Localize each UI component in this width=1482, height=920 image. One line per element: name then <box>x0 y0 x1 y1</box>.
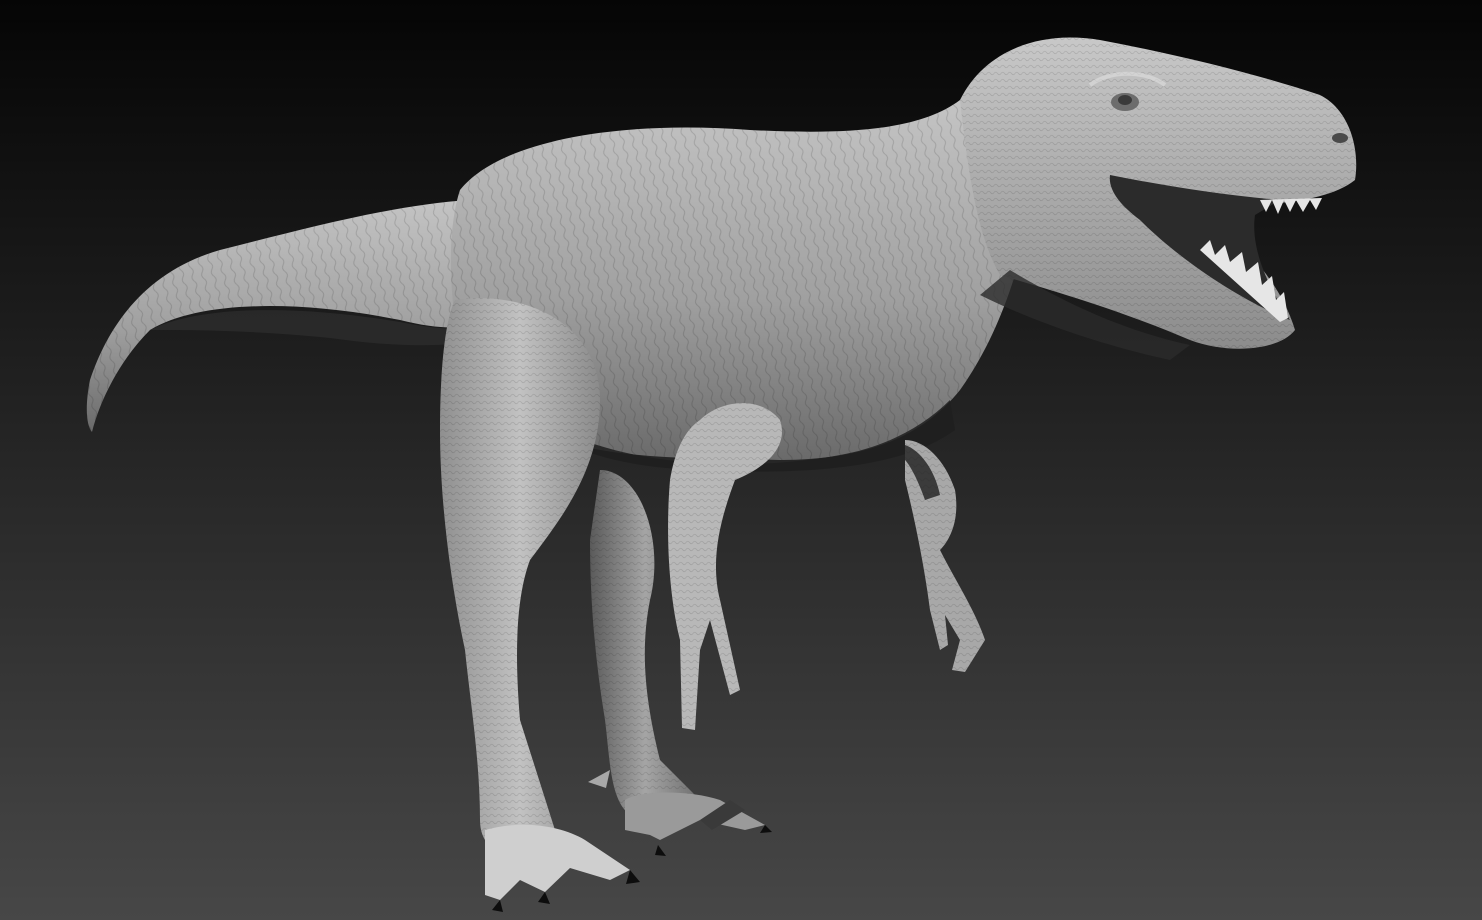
near-foot <box>485 824 630 900</box>
dinosaur-render <box>86 37 1357 912</box>
claw <box>626 870 640 884</box>
near-arm <box>668 403 782 730</box>
claw <box>492 900 503 912</box>
head <box>960 37 1357 360</box>
claw <box>538 892 550 904</box>
tail <box>86 200 492 432</box>
far-arm <box>905 440 985 672</box>
nostril <box>1332 133 1348 143</box>
render-viewport <box>0 0 1482 920</box>
